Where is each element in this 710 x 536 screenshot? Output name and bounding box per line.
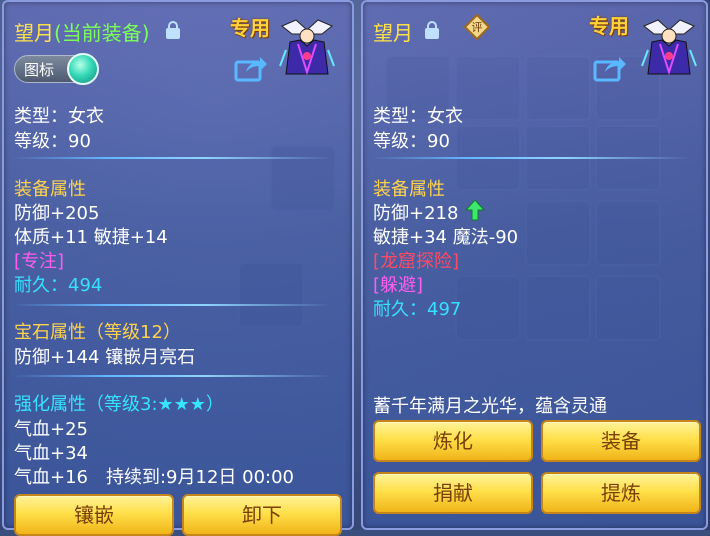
equip-button[interactable]: 装备 — [541, 420, 701, 462]
item-name-text: 望月 — [14, 21, 54, 45]
divider — [12, 375, 332, 377]
item-name: 望月(当前装备) — [14, 17, 150, 46]
bag-item-tooltip: 望月 评 专用 类型：女衣 等级：90 装备属性 防御+218 敏捷+34 魔法… — [361, 0, 708, 530]
divider — [12, 304, 332, 306]
item-portrait-icon — [641, 19, 697, 76]
icon-toggle-label: 图标 — [24, 61, 55, 79]
item-portrait-icon — [279, 19, 335, 76]
special-skill: [躲避] — [373, 275, 424, 296]
durability-label: 耐久： — [373, 299, 427, 320]
enhance-attr-header: 强化属性（等级3:★★★） — [14, 394, 224, 415]
durability-value: 497 — [427, 299, 462, 320]
item-description: 蓄千年满月之光华，蕴含灵通 — [373, 396, 607, 417]
gem-attr-line: 防御+144 镶嵌月亮石 — [14, 347, 196, 368]
gem-attr-header: 宝石属性（等级12） — [14, 322, 181, 343]
toggle-knob-icon — [67, 53, 99, 85]
attr-line: 防御+205 — [14, 203, 100, 224]
item-type: 类型：女衣 — [373, 106, 463, 127]
divider — [371, 157, 691, 159]
durability-value: 494 — [68, 275, 103, 296]
refine-button[interactable]: 炼化 — [373, 420, 533, 462]
appraise-badge-icon[interactable]: 评 — [464, 14, 490, 40]
current-equipped-label: (当前装备) — [54, 21, 150, 45]
upgrade-arrow-icon — [465, 199, 485, 221]
current-equipment-tooltip: 望月(当前装备) 专用 图标 类型：女衣 等级：90 装备属性 防御+205 体… — [2, 0, 354, 536]
item-level: 等级：90 — [373, 131, 450, 152]
donate-button[interactable]: 捐献 — [373, 472, 533, 514]
attr-line: 防御+218 — [373, 203, 459, 224]
divider — [12, 157, 332, 159]
exclusive-badge: 专用 — [589, 14, 629, 38]
icon-toggle[interactable]: 图标 — [14, 53, 99, 85]
enhance-line: 气血+25 — [14, 419, 88, 440]
appraise-badge-label: 评 — [472, 21, 483, 34]
equip-attr-header: 装备属性 — [373, 179, 445, 200]
extract-button[interactable]: 提炼 — [541, 472, 701, 514]
enhance-line: 气血+16 持续到:9月12日 00:00 — [14, 467, 295, 488]
item-level: 等级：90 — [14, 131, 91, 152]
special-effect: [龙窟探险] — [373, 251, 460, 272]
share-icon[interactable] — [593, 54, 627, 82]
item-type: 类型：女衣 — [14, 106, 104, 127]
lock-icon — [425, 21, 439, 39]
attr-line: 敏捷+34 魔法-90 — [373, 227, 519, 248]
item-name: 望月 — [373, 21, 413, 45]
attr-line: 体质+11 敏捷+14 — [14, 227, 168, 248]
exclusive-badge: 专用 — [230, 16, 270, 40]
lock-icon — [166, 21, 180, 39]
special-skill: [专注] — [14, 251, 65, 272]
share-icon[interactable] — [234, 54, 268, 82]
durability: 耐久：497 — [373, 295, 461, 321]
durability: 耐久：494 — [14, 271, 102, 297]
enhance-line: 气血+34 — [14, 443, 88, 464]
durability-label: 耐久： — [14, 275, 68, 296]
equip-attr-header: 装备属性 — [14, 179, 86, 200]
